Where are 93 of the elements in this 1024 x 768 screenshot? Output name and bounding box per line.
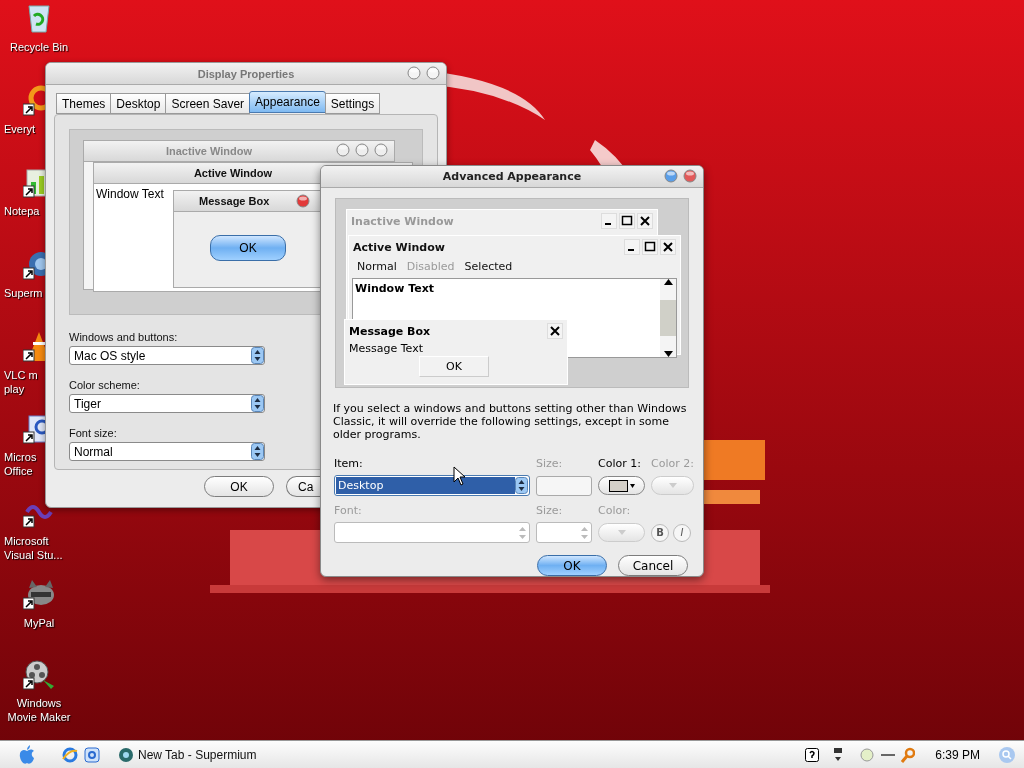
- color-picker-button[interactable]: [598, 523, 645, 542]
- ok-button[interactable]: OK: [419, 356, 489, 377]
- stepper-icon[interactable]: [251, 347, 264, 364]
- magnifier-icon[interactable]: [901, 746, 916, 763]
- dropdown-arrow-icon: [668, 483, 677, 488]
- icon-label: Superm: [3, 286, 43, 300]
- tab[interactable]: Settings: [324, 93, 381, 114]
- window-button[interactable]: [355, 143, 369, 157]
- field-label: Color:: [598, 504, 632, 519]
- dropdown[interactable]: Desktop: [334, 475, 530, 496]
- italic-button[interactable]: I: [673, 523, 691, 542]
- close-button[interactable]: [683, 169, 697, 183]
- stepper-icon: [519, 526, 526, 539]
- window-title: Inactive Window: [351, 214, 454, 228]
- tab[interactable]: Desktop: [110, 93, 167, 114]
- menu-item[interactable]: Normal: [357, 260, 397, 273]
- scroll-thumb[interactable]: [660, 300, 676, 336]
- maximize-icon[interactable]: [642, 239, 658, 255]
- window-title: Inactive Window: [165, 145, 253, 157]
- close-icon[interactable]: [547, 323, 563, 339]
- window-text: Window Text: [96, 187, 164, 201]
- size-field: [536, 475, 592, 496]
- window-icon[interactable]: [84, 746, 100, 763]
- block-drawing: [704, 440, 765, 480]
- minimize-button[interactable]: [664, 169, 678, 183]
- dropdown[interactable]: Normal: [69, 442, 265, 461]
- cancel-button[interactable]: Cancel: [618, 555, 688, 576]
- minimize-icon[interactable]: [624, 239, 640, 255]
- clock: 6:39 PM: [935, 747, 980, 762]
- icon-label: Micros Office: [3, 450, 37, 478]
- apple-icon[interactable]: [18, 744, 36, 765]
- field-label: Item:: [334, 457, 364, 472]
- window-text: Window Text: [354, 281, 435, 297]
- maximize-icon[interactable]: [619, 213, 635, 229]
- minimize-button[interactable]: [407, 66, 421, 80]
- menu-item[interactable]: Selected: [464, 260, 513, 273]
- animal-icon[interactable]: [23, 578, 55, 610]
- color-swatch-icon: [608, 479, 635, 492]
- dropdown[interactable]: Tiger: [69, 394, 265, 413]
- window-title: Message Box: [199, 195, 270, 207]
- globe-icon: [118, 746, 134, 763]
- icon-label: Notepa: [3, 204, 40, 218]
- field-label: Size:: [536, 457, 564, 472]
- note-text: If you select a windows and buttons setting other than Windows Classic, it will override the following settings, except in some older programs.: [333, 402, 688, 441]
- window-title: Message Box: [349, 324, 431, 338]
- film-reel-icon[interactable]: [23, 658, 55, 690]
- field-label: Windows and buttons:: [69, 331, 179, 343]
- color-picker-button[interactable]: [651, 476, 694, 495]
- help-icon[interactable]: [805, 747, 820, 762]
- message-text: Message Text: [348, 342, 424, 355]
- close-icon[interactable]: [660, 239, 676, 255]
- field-label: Color 1:: [598, 457, 642, 472]
- icon-label: Microsoft Visual Stu...: [3, 534, 63, 562]
- window-button[interactable]: [336, 143, 350, 157]
- stepper-icon[interactable]: [251, 443, 264, 460]
- field-label: Color 2:: [651, 457, 694, 472]
- tab[interactable]: Themes: [56, 93, 112, 114]
- icon-label: Windows Movie Maker: [7, 696, 71, 724]
- field-label: Font size:: [69, 427, 118, 439]
- window-title: Advanced Appearance: [442, 170, 582, 183]
- icon-label: VLC m play: [3, 368, 38, 396]
- window-title: Active Window: [193, 167, 273, 179]
- dropdown[interactable]: Mac OS style: [69, 346, 265, 365]
- tab[interactable]: Appearance: [249, 91, 326, 113]
- bold-button[interactable]: B: [651, 523, 669, 542]
- icon-label: Everyt: [3, 122, 36, 136]
- window-title: Display Properties: [197, 67, 295, 80]
- scroll-down-icon[interactable]: [663, 351, 673, 357]
- window-title: Active Window: [353, 240, 445, 254]
- browser-icon[interactable]: [62, 746, 78, 763]
- close-button[interactable]: [426, 66, 440, 80]
- stepper-icon: [581, 526, 588, 539]
- ok-button[interactable]: OK: [210, 235, 286, 261]
- dropdown-arrow-icon: [617, 530, 626, 535]
- field-label: Font:: [334, 504, 363, 519]
- stepper-icon[interactable]: [515, 477, 528, 494]
- stepper-icon[interactable]: [251, 395, 264, 412]
- icon-label: Recycle Bin: [9, 40, 69, 54]
- field-label: Size:: [536, 504, 564, 519]
- taskbar-button[interactable]: New Tab - Supermium: [114, 743, 261, 766]
- field-label: Color scheme:: [69, 379, 141, 391]
- close-icon[interactable]: [637, 213, 653, 229]
- ok-button[interactable]: OK: [537, 555, 607, 576]
- cursor-icon: [453, 466, 466, 486]
- window-button[interactable]: [374, 143, 388, 157]
- icon-label: MyPal: [23, 616, 55, 630]
- close-button[interactable]: [296, 194, 310, 208]
- minimize-icon[interactable]: [601, 213, 617, 229]
- network-icon[interactable]: [833, 747, 844, 762]
- ok-button[interactable]: OK: [204, 476, 274, 497]
- scroll-up-icon[interactable]: [663, 279, 673, 285]
- color-picker-button[interactable]: [598, 476, 645, 495]
- tab[interactable]: Screen Saver: [165, 93, 251, 114]
